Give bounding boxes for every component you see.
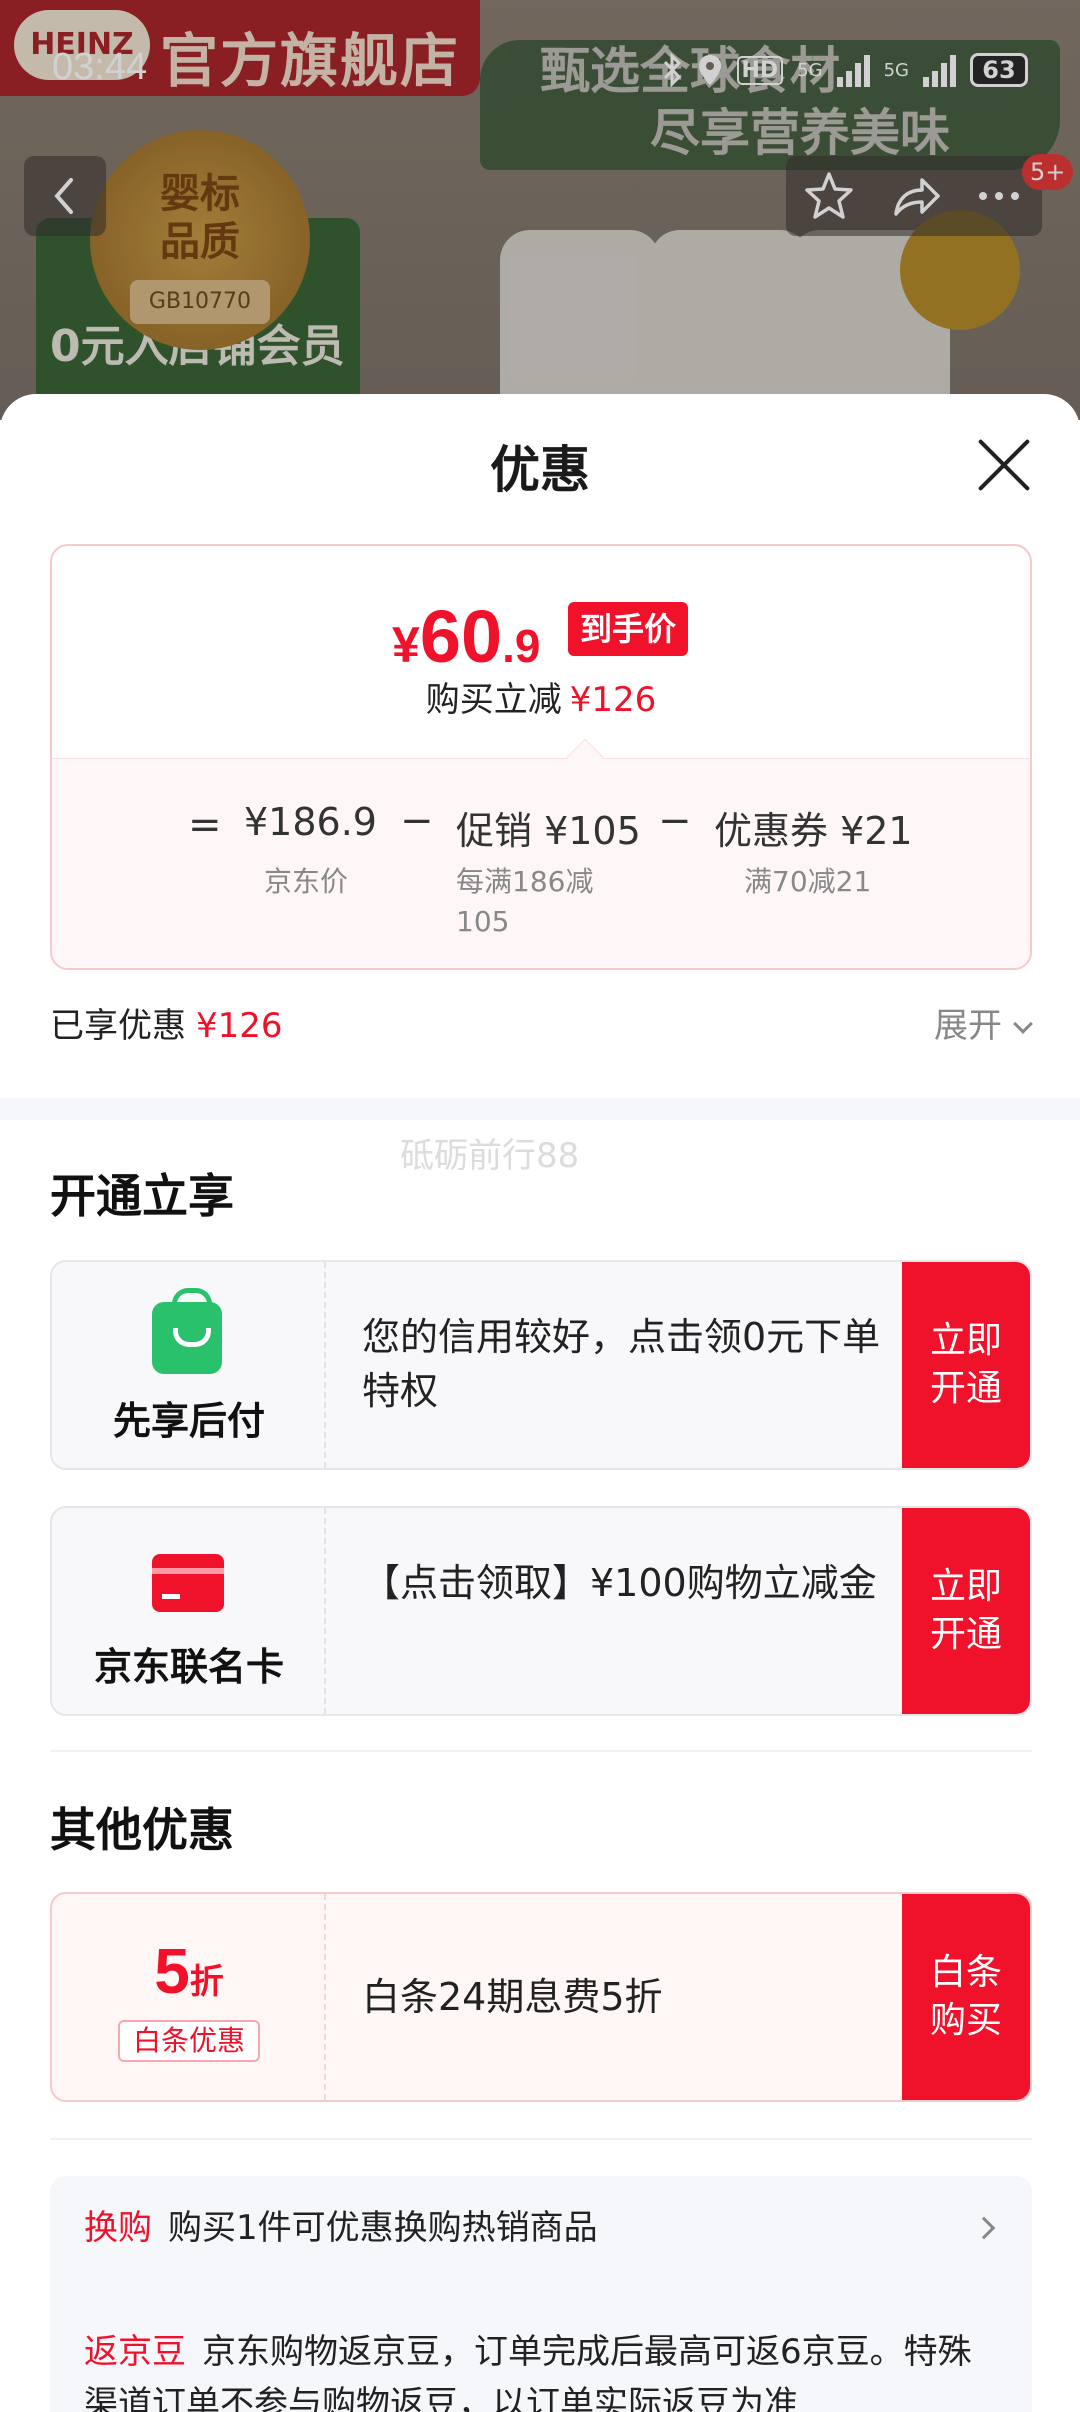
section-title-other: 其他优惠	[50, 1803, 234, 1857]
swap-row[interactable]: 换购 购买1件可优惠换购热销商品	[84, 2202, 984, 2254]
section-title-open: 开通立享	[50, 1169, 234, 1223]
final-price-tag: 到手价	[568, 602, 689, 656]
instant-saving: 购买立减 ¥126	[52, 672, 1030, 721]
extra-benefits: 换购 购买1件可优惠换购热销商品 返京豆 京东购物返京豆，订单完成后最高可返6京豆。…	[50, 2176, 1032, 2412]
bean-text: 京东购物返京豆，订单完成后最高可返6京豆。特殊渠道订单不参与购物返豆，以订单实际…	[84, 2332, 972, 2412]
jd-price: ¥186.9	[244, 800, 377, 844]
coupon-amount: 优惠券 ¥21	[714, 809, 913, 853]
enjoyed-label: 已享优惠	[50, 1006, 186, 1046]
promo-desc-line1: 每满186减	[456, 865, 594, 898]
price-integer: 60	[419, 595, 503, 678]
discount-number: 5	[154, 1935, 190, 2007]
divider	[50, 1750, 1032, 1752]
overlay-scrim[interactable]	[0, 0, 1080, 420]
offer-baitiao[interactable]: 5折 白条优惠 白条24期息费5折 白条购买	[50, 1892, 1032, 2102]
offer-desc: 白条24期息费5折	[362, 1975, 663, 2019]
offer-left-col: 京东联名卡	[52, 1508, 326, 1714]
promo-amount: 促销 ¥105	[456, 809, 641, 853]
activate-button[interactable]: 立即开通	[902, 1508, 1030, 1714]
chevron-down-icon	[1013, 1014, 1033, 1034]
equals-sign: =	[188, 802, 222, 848]
credit-card-icon	[152, 1554, 224, 1612]
offer-desc: 【点击领取】¥100购物立减金	[362, 1561, 877, 1605]
bean-label: 返京豆	[84, 2332, 186, 2372]
jd-price-label: 京东价	[264, 865, 349, 898]
expand-button[interactable]: 展开	[934, 998, 1033, 1047]
close-icon[interactable]	[972, 434, 1036, 498]
instant-saving-label: 购买立减	[425, 680, 562, 720]
offer-left-col: 先享后付	[52, 1262, 326, 1468]
promo-desc-line2: 105	[456, 905, 510, 938]
price-currency: ¥	[392, 617, 420, 673]
bean-row: 返京豆 京东购物返京豆，订单完成后最高可返6京豆。特殊渠道订单不参与购物返豆，以订…	[84, 2326, 984, 2412]
baitiao-buy-button[interactable]: 白条购买	[902, 1894, 1030, 2100]
minus-sign: −	[400, 798, 434, 844]
price-summary-card: ¥60.9 到手价 购买立减 ¥126 = ¥186.9 京东价 − 促销 ¥10…	[50, 544, 1032, 970]
final-price: ¥60.9	[392, 594, 541, 679]
watermark-text: 砥砺前行88	[400, 1136, 580, 1176]
offer-pay-later[interactable]: 先享后付 您的信用较好，点击领0元下单特权 立即开通	[50, 1260, 1032, 1470]
offer-desc: 您的信用较好，点击领0元下单特权	[362, 1315, 881, 1413]
divider	[50, 2138, 1032, 2140]
section-divider	[0, 1098, 1080, 1120]
discount-sheet: 优惠 ¥60.9 到手价 购买立减 ¥126 = ¥186.9 京东价 − 促销 …	[0, 394, 1080, 2412]
instant-saving-value: ¥126	[569, 680, 657, 720]
offer-co-brand-card[interactable]: 京东联名卡 【点击领取】¥100购物立减金 立即开通	[50, 1506, 1032, 1716]
enjoyed-value: ¥126	[196, 1006, 283, 1046]
price-decimal: .9	[502, 620, 541, 672]
minus-sign: −	[658, 798, 692, 844]
offer-left-col: 5折 白条优惠	[52, 1894, 326, 2100]
offer-name: 先享后付	[112, 1399, 265, 1443]
enjoyed-discount: 已享优惠 ¥126	[50, 998, 283, 1047]
swap-label: 换购	[84, 2208, 152, 2248]
swap-text: 购买1件可优惠换购热销商品	[168, 2208, 598, 2248]
shopping-bag-icon	[152, 1288, 222, 1374]
baitiao-tag: 白条优惠	[118, 2020, 260, 2062]
expand-label: 展开	[934, 1006, 1002, 1046]
activate-button[interactable]: 立即开通	[902, 1262, 1030, 1468]
discount-value: 5折	[52, 1934, 326, 2008]
final-price-area: ¥60.9 到手价 购买立减 ¥126	[52, 546, 1030, 758]
discount-unit: 折	[189, 1963, 224, 2001]
coupon-desc: 满70减21	[744, 865, 872, 898]
offer-name: 京东联名卡	[93, 1645, 284, 1689]
sheet-title: 优惠	[490, 441, 590, 499]
